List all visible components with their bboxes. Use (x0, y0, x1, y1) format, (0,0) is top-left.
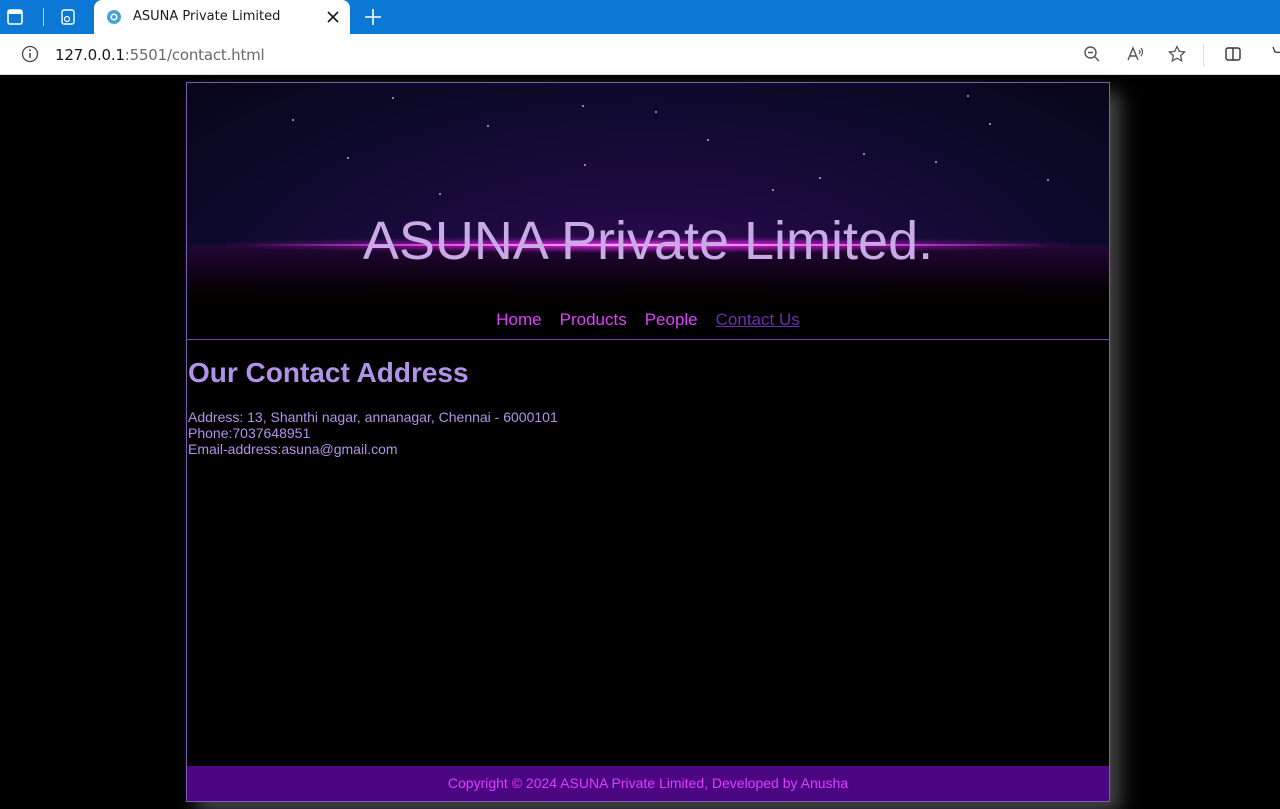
footer-copyright: Copyright © 2024 ASUNA Private Limited, … (447, 775, 849, 791)
nav-people-link[interactable]: People (645, 310, 698, 330)
header-banner: ASUNA Private Limited. (187, 83, 1109, 298)
star (392, 97, 394, 99)
star (439, 193, 441, 195)
star (772, 189, 774, 191)
star (487, 125, 489, 127)
nav-home-link[interactable]: Home (496, 310, 541, 330)
window-menu-icon[interactable] (5, 7, 25, 27)
page-heading: Our Contact Address (188, 357, 469, 388)
star (655, 111, 657, 113)
star (819, 177, 821, 179)
url-host: 127.0.0.1 (55, 46, 125, 64)
site-favicon-icon (106, 9, 122, 25)
browser-tab-bar: ASUNA Private Limited (0, 0, 1280, 34)
star (1047, 179, 1049, 181)
favorite-star-icon[interactable] (1167, 44, 1187, 64)
site-info-icon[interactable] (21, 45, 39, 63)
close-tab-icon[interactable] (324, 8, 342, 26)
star (292, 119, 294, 121)
url-field[interactable]: 127.0.0.1:5501/contact.html (55, 46, 265, 64)
page-viewport: ASUNA Private Limited. Home Products Peopl… (0, 75, 1280, 809)
star (582, 105, 584, 107)
star (584, 164, 586, 166)
banner-title: ASUNA Private Limited. (362, 211, 934, 271)
split-screen-icon[interactable] (1223, 44, 1243, 64)
address-line: Address: 13, Shanthi nagar, annanagar, C… (188, 409, 558, 425)
tab-separator (43, 8, 44, 26)
star (989, 123, 991, 125)
star (863, 153, 865, 155)
main-nav: Home Products People Contact Us (187, 298, 1109, 340)
site-footer: Copyright © 2024 ASUNA Private Limited, … (187, 766, 1109, 801)
tab-title: ASUNA Private Limited (133, 9, 281, 24)
nav-products-link[interactable]: Products (560, 310, 627, 330)
nav-contact-link[interactable]: Contact Us (716, 310, 800, 330)
address-bar: 127.0.0.1:5501/contact.html (0, 34, 1280, 75)
workspaces-icon[interactable] (58, 7, 78, 27)
star (707, 139, 709, 141)
active-tab[interactable]: ASUNA Private Limited (94, 0, 350, 34)
url-path: :5501/contact.html (124, 46, 265, 64)
site-container: ASUNA Private Limited. Home Products Peopl… (186, 82, 1110, 802)
phone-line: Phone:7037648951 (188, 425, 311, 441)
star (935, 161, 937, 163)
email-line: Email-address:asuna@gmail.com (188, 441, 398, 457)
contact-info: Address: 13, Shanthi nagar, annanagar, C… (188, 409, 558, 457)
star (967, 95, 969, 97)
read-aloud-icon[interactable] (1125, 44, 1145, 64)
new-tab-plus-icon[interactable] (361, 5, 385, 29)
favorites-icon[interactable] (1266, 44, 1280, 64)
toolbar-separator (1203, 44, 1204, 66)
star (347, 157, 349, 159)
zoom-out-icon[interactable] (1082, 44, 1102, 64)
